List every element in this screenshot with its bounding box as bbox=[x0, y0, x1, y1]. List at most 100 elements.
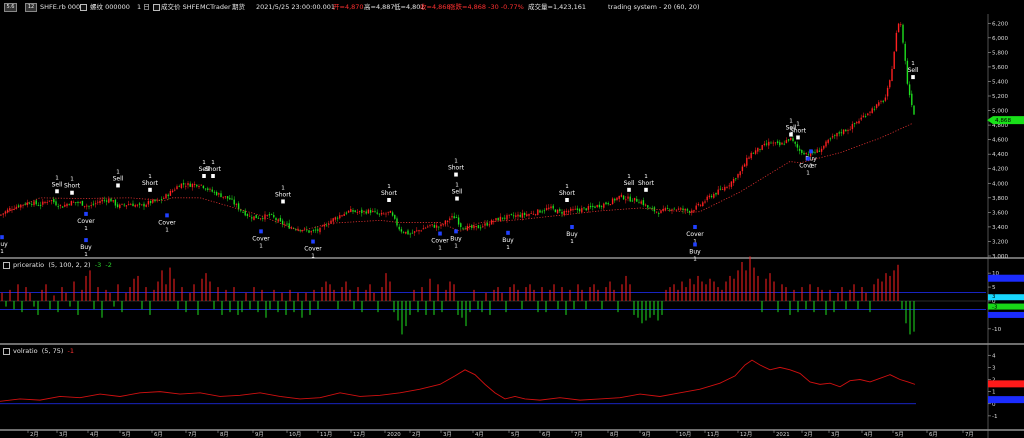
candle-down bbox=[182, 183, 185, 185]
bar-positive bbox=[165, 284, 167, 301]
candle-down bbox=[792, 138, 794, 141]
bar-positive bbox=[873, 284, 875, 301]
candle-down bbox=[561, 212, 563, 214]
bar-negative bbox=[353, 301, 355, 310]
bar-negative bbox=[905, 301, 907, 324]
bar-positive bbox=[681, 281, 683, 301]
bar-positive bbox=[889, 275, 891, 301]
bar-positive bbox=[193, 284, 195, 301]
trailing-stop-line bbox=[0, 123, 913, 232]
buy-arrow-icon bbox=[506, 230, 510, 235]
candle-up bbox=[266, 214, 268, 216]
bar-negative bbox=[257, 301, 259, 313]
bar-positive bbox=[205, 273, 207, 301]
candle-down bbox=[578, 209, 581, 212]
candle-down bbox=[501, 217, 504, 219]
candle-down bbox=[233, 199, 235, 205]
candle-up bbox=[482, 226, 484, 228]
candle-down bbox=[143, 203, 145, 207]
bar-negative bbox=[93, 301, 95, 310]
candle-down bbox=[460, 223, 462, 228]
y-tick-label: 3 bbox=[992, 365, 996, 371]
bar-negative bbox=[857, 301, 859, 310]
bar-positive bbox=[145, 287, 147, 301]
candle-down bbox=[455, 217, 458, 218]
candle-up bbox=[506, 215, 508, 220]
bar-negative bbox=[913, 301, 915, 332]
candle-down bbox=[92, 203, 95, 205]
sell-arrow-icon bbox=[55, 189, 59, 194]
candle-down bbox=[543, 210, 546, 212]
candle-up bbox=[862, 115, 865, 118]
candle-up bbox=[145, 204, 147, 207]
candle-up bbox=[332, 218, 334, 222]
candle-up bbox=[484, 223, 486, 226]
buy-arrow-icon bbox=[693, 225, 697, 229]
bar-positive bbox=[133, 278, 135, 301]
candle-up bbox=[473, 225, 475, 229]
bar-negative bbox=[393, 301, 395, 313]
candle-up bbox=[44, 201, 46, 203]
candle-up bbox=[108, 198, 110, 203]
sell-arrow-icon bbox=[211, 174, 215, 178]
y-tick-label: 3,000 bbox=[992, 254, 1008, 260]
candle-up bbox=[763, 143, 766, 146]
candle-down bbox=[607, 203, 609, 205]
candle-up bbox=[347, 210, 350, 213]
bar-positive bbox=[885, 273, 887, 301]
bar-negative bbox=[869, 301, 871, 313]
bar-positive bbox=[781, 284, 783, 301]
value-marker-label: 3 bbox=[992, 294, 995, 300]
candle-up bbox=[550, 206, 552, 209]
candle-up bbox=[724, 186, 726, 191]
candle-down bbox=[407, 230, 409, 235]
candle-down bbox=[576, 208, 579, 211]
buy-arrow-icon bbox=[809, 149, 813, 154]
candle-up bbox=[72, 201, 75, 203]
candle-down bbox=[31, 204, 33, 205]
indicator-params: (5, 75) bbox=[41, 347, 64, 355]
candle-up bbox=[596, 205, 598, 207]
bar-positive bbox=[233, 287, 235, 301]
candle-up bbox=[891, 68, 893, 82]
candle-down bbox=[149, 200, 152, 204]
candle-up bbox=[358, 211, 361, 212]
candle-up bbox=[739, 171, 741, 176]
checkbox-icon[interactable] bbox=[3, 347, 10, 355]
candle-up bbox=[435, 225, 438, 228]
bar-positive bbox=[589, 287, 591, 301]
candle-down bbox=[845, 129, 847, 132]
signal-label: Short bbox=[559, 190, 576, 197]
bar-positive bbox=[373, 292, 375, 301]
bar-negative bbox=[433, 301, 435, 315]
candle-up bbox=[823, 145, 825, 149]
sell-arrow-icon bbox=[454, 172, 458, 177]
candle-down bbox=[361, 209, 363, 214]
candle-up bbox=[187, 183, 189, 186]
y-tick-label: 4 bbox=[992, 353, 996, 359]
bar-positive bbox=[809, 284, 811, 301]
signal-qty: 1 bbox=[570, 239, 574, 245]
bar-positive bbox=[25, 287, 27, 301]
candle-down bbox=[462, 227, 464, 229]
candle-up bbox=[871, 108, 873, 114]
checkbox-icon[interactable] bbox=[3, 261, 10, 269]
bar-negative bbox=[617, 301, 619, 313]
candle-down bbox=[539, 210, 541, 213]
candle-down bbox=[554, 209, 557, 213]
signal-qty: 1 bbox=[806, 171, 810, 177]
candle-down bbox=[796, 144, 799, 148]
signal-label: Cover bbox=[431, 238, 449, 245]
signal-label: Short bbox=[448, 165, 465, 172]
candle-down bbox=[735, 178, 737, 180]
bar-positive bbox=[605, 287, 607, 301]
candle-down bbox=[394, 214, 396, 219]
bar-positive bbox=[53, 295, 55, 301]
candle-up bbox=[193, 183, 196, 186]
candle-up bbox=[545, 208, 548, 210]
bar-negative bbox=[573, 301, 575, 310]
bar-positive bbox=[45, 284, 47, 301]
bar-negative bbox=[465, 301, 467, 327]
candle-down bbox=[77, 202, 79, 203]
bar-positive bbox=[685, 287, 687, 301]
